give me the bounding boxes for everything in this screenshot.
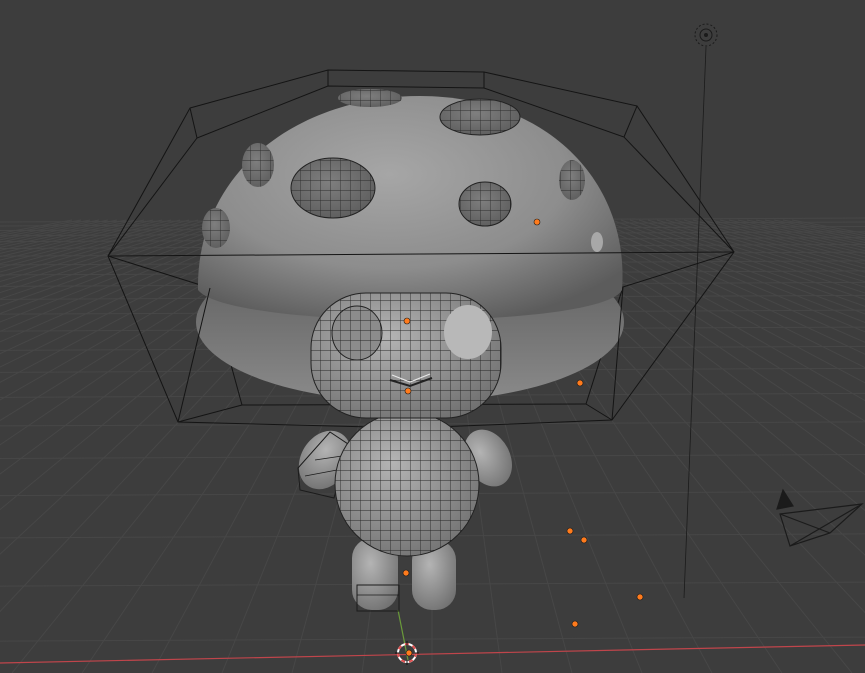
3d-viewport[interactable] bbox=[0, 0, 865, 673]
left-eye bbox=[331, 305, 383, 361]
right-eye bbox=[444, 305, 492, 359]
viewport-canvas[interactable] bbox=[0, 0, 865, 673]
